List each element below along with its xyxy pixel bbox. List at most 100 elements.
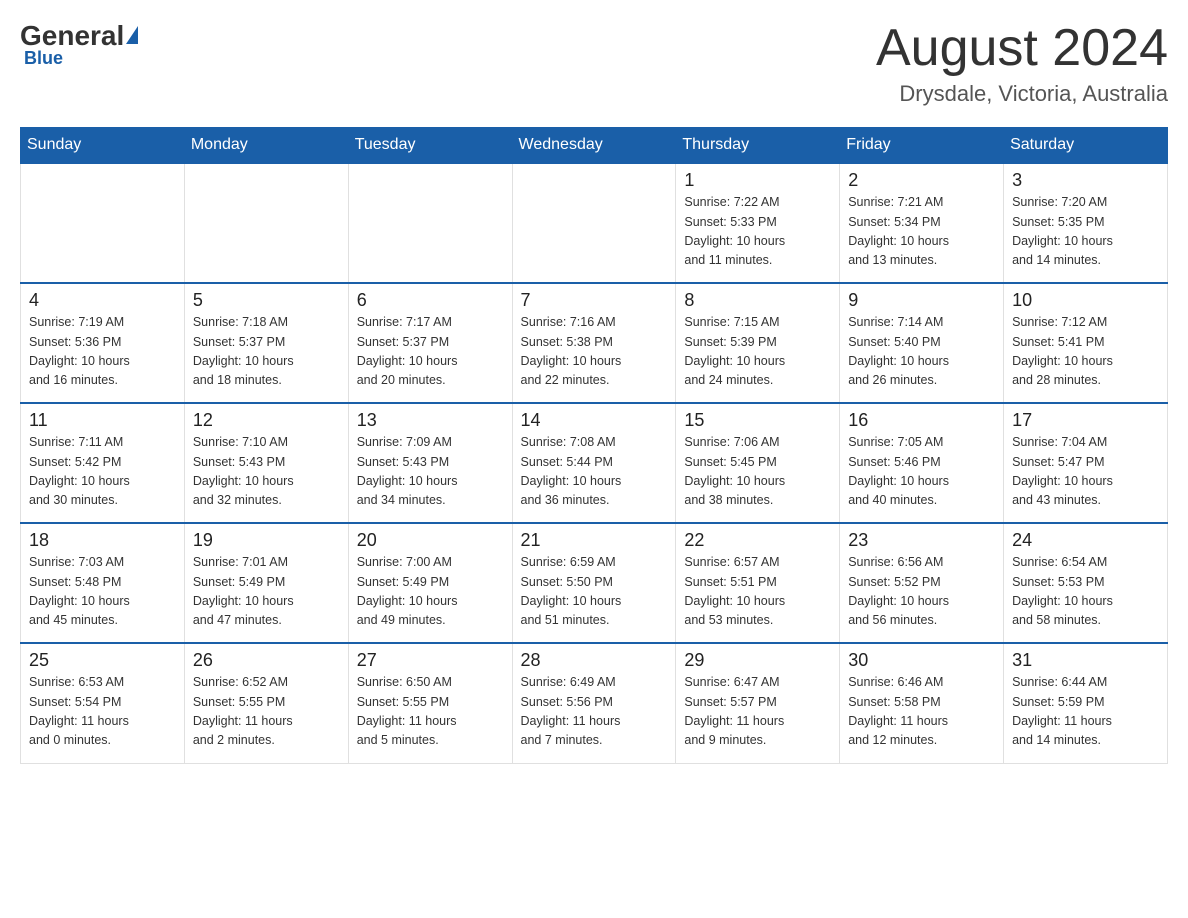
- calendar-cell-empty: [512, 163, 676, 283]
- day-info: Sunrise: 7:17 AM Sunset: 5:37 PM Dayligh…: [357, 313, 504, 391]
- day-info: Sunrise: 7:20 AM Sunset: 5:35 PM Dayligh…: [1012, 193, 1159, 271]
- logo-blue-text: Blue: [24, 48, 63, 69]
- day-info: Sunrise: 6:46 AM Sunset: 5:58 PM Dayligh…: [848, 673, 995, 751]
- weekday-header-tuesday: Tuesday: [348, 128, 512, 164]
- day-number: 27: [357, 650, 504, 671]
- calendar-cell-24: 24Sunrise: 6:54 AM Sunset: 5:53 PM Dayli…: [1004, 523, 1168, 643]
- day-number: 23: [848, 530, 995, 551]
- calendar-table: SundayMondayTuesdayWednesdayThursdayFrid…: [20, 127, 1168, 764]
- calendar-cell-20: 20Sunrise: 7:00 AM Sunset: 5:49 PM Dayli…: [348, 523, 512, 643]
- calendar-cell-5: 5Sunrise: 7:18 AM Sunset: 5:37 PM Daylig…: [184, 283, 348, 403]
- day-number: 21: [521, 530, 668, 551]
- calendar-cell-22: 22Sunrise: 6:57 AM Sunset: 5:51 PM Dayli…: [676, 523, 840, 643]
- day-info: Sunrise: 7:15 AM Sunset: 5:39 PM Dayligh…: [684, 313, 831, 391]
- calendar-week-4: 18Sunrise: 7:03 AM Sunset: 5:48 PM Dayli…: [21, 523, 1168, 643]
- calendar-cell-12: 12Sunrise: 7:10 AM Sunset: 5:43 PM Dayli…: [184, 403, 348, 523]
- day-info: Sunrise: 6:52 AM Sunset: 5:55 PM Dayligh…: [193, 673, 340, 751]
- day-info: Sunrise: 7:00 AM Sunset: 5:49 PM Dayligh…: [357, 553, 504, 631]
- calendar-cell-21: 21Sunrise: 6:59 AM Sunset: 5:50 PM Dayli…: [512, 523, 676, 643]
- title-section: August 2024 Drysdale, Victoria, Australi…: [876, 20, 1168, 107]
- calendar-cell-27: 27Sunrise: 6:50 AM Sunset: 5:55 PM Dayli…: [348, 643, 512, 763]
- day-number: 12: [193, 410, 340, 431]
- day-number: 16: [848, 410, 995, 431]
- calendar-cell-29: 29Sunrise: 6:47 AM Sunset: 5:57 PM Dayli…: [676, 643, 840, 763]
- month-title: August 2024: [876, 20, 1168, 77]
- day-number: 29: [684, 650, 831, 671]
- calendar-cell-6: 6Sunrise: 7:17 AM Sunset: 5:37 PM Daylig…: [348, 283, 512, 403]
- day-number: 13: [357, 410, 504, 431]
- day-number: 7: [521, 290, 668, 311]
- day-info: Sunrise: 7:12 AM Sunset: 5:41 PM Dayligh…: [1012, 313, 1159, 391]
- day-info: Sunrise: 6:56 AM Sunset: 5:52 PM Dayligh…: [848, 553, 995, 631]
- day-number: 11: [29, 410, 176, 431]
- location-title: Drysdale, Victoria, Australia: [876, 81, 1168, 107]
- calendar-cell-25: 25Sunrise: 6:53 AM Sunset: 5:54 PM Dayli…: [21, 643, 185, 763]
- day-info: Sunrise: 7:10 AM Sunset: 5:43 PM Dayligh…: [193, 433, 340, 511]
- weekday-header-saturday: Saturday: [1004, 128, 1168, 164]
- calendar-cell-28: 28Sunrise: 6:49 AM Sunset: 5:56 PM Dayli…: [512, 643, 676, 763]
- day-info: Sunrise: 7:14 AM Sunset: 5:40 PM Dayligh…: [848, 313, 995, 391]
- calendar-cell-14: 14Sunrise: 7:08 AM Sunset: 5:44 PM Dayli…: [512, 403, 676, 523]
- day-info: Sunrise: 7:08 AM Sunset: 5:44 PM Dayligh…: [521, 433, 668, 511]
- day-number: 10: [1012, 290, 1159, 311]
- day-info: Sunrise: 7:11 AM Sunset: 5:42 PM Dayligh…: [29, 433, 176, 511]
- day-number: 15: [684, 410, 831, 431]
- calendar-cell-9: 9Sunrise: 7:14 AM Sunset: 5:40 PM Daylig…: [840, 283, 1004, 403]
- day-info: Sunrise: 7:09 AM Sunset: 5:43 PM Dayligh…: [357, 433, 504, 511]
- calendar-cell-1: 1Sunrise: 7:22 AM Sunset: 5:33 PM Daylig…: [676, 163, 840, 283]
- calendar-week-3: 11Sunrise: 7:11 AM Sunset: 5:42 PM Dayli…: [21, 403, 1168, 523]
- calendar-cell-2: 2Sunrise: 7:21 AM Sunset: 5:34 PM Daylig…: [840, 163, 1004, 283]
- day-info: Sunrise: 7:18 AM Sunset: 5:37 PM Dayligh…: [193, 313, 340, 391]
- weekday-header-sunday: Sunday: [21, 128, 185, 164]
- weekday-header-wednesday: Wednesday: [512, 128, 676, 164]
- calendar-cell-30: 30Sunrise: 6:46 AM Sunset: 5:58 PM Dayli…: [840, 643, 1004, 763]
- day-info: Sunrise: 6:50 AM Sunset: 5:55 PM Dayligh…: [357, 673, 504, 751]
- calendar-cell-13: 13Sunrise: 7:09 AM Sunset: 5:43 PM Dayli…: [348, 403, 512, 523]
- calendar-cell-16: 16Sunrise: 7:05 AM Sunset: 5:46 PM Dayli…: [840, 403, 1004, 523]
- day-number: 2: [848, 170, 995, 191]
- day-info: Sunrise: 6:47 AM Sunset: 5:57 PM Dayligh…: [684, 673, 831, 751]
- weekday-header-row: SundayMondayTuesdayWednesdayThursdayFrid…: [21, 128, 1168, 164]
- day-number: 24: [1012, 530, 1159, 551]
- day-number: 19: [193, 530, 340, 551]
- calendar-cell-18: 18Sunrise: 7:03 AM Sunset: 5:48 PM Dayli…: [21, 523, 185, 643]
- day-info: Sunrise: 7:04 AM Sunset: 5:47 PM Dayligh…: [1012, 433, 1159, 511]
- day-info: Sunrise: 7:19 AM Sunset: 5:36 PM Dayligh…: [29, 313, 176, 391]
- calendar-cell-8: 8Sunrise: 7:15 AM Sunset: 5:39 PM Daylig…: [676, 283, 840, 403]
- calendar-cell-3: 3Sunrise: 7:20 AM Sunset: 5:35 PM Daylig…: [1004, 163, 1168, 283]
- day-number: 4: [29, 290, 176, 311]
- calendar-cell-17: 17Sunrise: 7:04 AM Sunset: 5:47 PM Dayli…: [1004, 403, 1168, 523]
- day-number: 20: [357, 530, 504, 551]
- day-number: 22: [684, 530, 831, 551]
- calendar-cell-19: 19Sunrise: 7:01 AM Sunset: 5:49 PM Dayli…: [184, 523, 348, 643]
- weekday-header-thursday: Thursday: [676, 128, 840, 164]
- weekday-header-monday: Monday: [184, 128, 348, 164]
- day-number: 1: [684, 170, 831, 191]
- day-info: Sunrise: 6:44 AM Sunset: 5:59 PM Dayligh…: [1012, 673, 1159, 751]
- day-info: Sunrise: 6:59 AM Sunset: 5:50 PM Dayligh…: [521, 553, 668, 631]
- day-number: 9: [848, 290, 995, 311]
- calendar-cell-15: 15Sunrise: 7:06 AM Sunset: 5:45 PM Dayli…: [676, 403, 840, 523]
- calendar-week-2: 4Sunrise: 7:19 AM Sunset: 5:36 PM Daylig…: [21, 283, 1168, 403]
- day-number: 31: [1012, 650, 1159, 671]
- logo: General Blue: [20, 20, 138, 69]
- day-number: 30: [848, 650, 995, 671]
- day-number: 17: [1012, 410, 1159, 431]
- day-info: Sunrise: 6:53 AM Sunset: 5:54 PM Dayligh…: [29, 673, 176, 751]
- day-info: Sunrise: 6:54 AM Sunset: 5:53 PM Dayligh…: [1012, 553, 1159, 631]
- day-info: Sunrise: 7:16 AM Sunset: 5:38 PM Dayligh…: [521, 313, 668, 391]
- calendar-cell-26: 26Sunrise: 6:52 AM Sunset: 5:55 PM Dayli…: [184, 643, 348, 763]
- day-info: Sunrise: 7:21 AM Sunset: 5:34 PM Dayligh…: [848, 193, 995, 271]
- calendar-cell-10: 10Sunrise: 7:12 AM Sunset: 5:41 PM Dayli…: [1004, 283, 1168, 403]
- day-info: Sunrise: 7:01 AM Sunset: 5:49 PM Dayligh…: [193, 553, 340, 631]
- day-info: Sunrise: 7:03 AM Sunset: 5:48 PM Dayligh…: [29, 553, 176, 631]
- calendar-cell-31: 31Sunrise: 6:44 AM Sunset: 5:59 PM Dayli…: [1004, 643, 1168, 763]
- calendar-cell-empty: [184, 163, 348, 283]
- day-info: Sunrise: 6:57 AM Sunset: 5:51 PM Dayligh…: [684, 553, 831, 631]
- day-number: 5: [193, 290, 340, 311]
- day-number: 14: [521, 410, 668, 431]
- day-info: Sunrise: 7:05 AM Sunset: 5:46 PM Dayligh…: [848, 433, 995, 511]
- calendar-cell-4: 4Sunrise: 7:19 AM Sunset: 5:36 PM Daylig…: [21, 283, 185, 403]
- day-info: Sunrise: 7:22 AM Sunset: 5:33 PM Dayligh…: [684, 193, 831, 271]
- calendar-week-1: 1Sunrise: 7:22 AM Sunset: 5:33 PM Daylig…: [21, 163, 1168, 283]
